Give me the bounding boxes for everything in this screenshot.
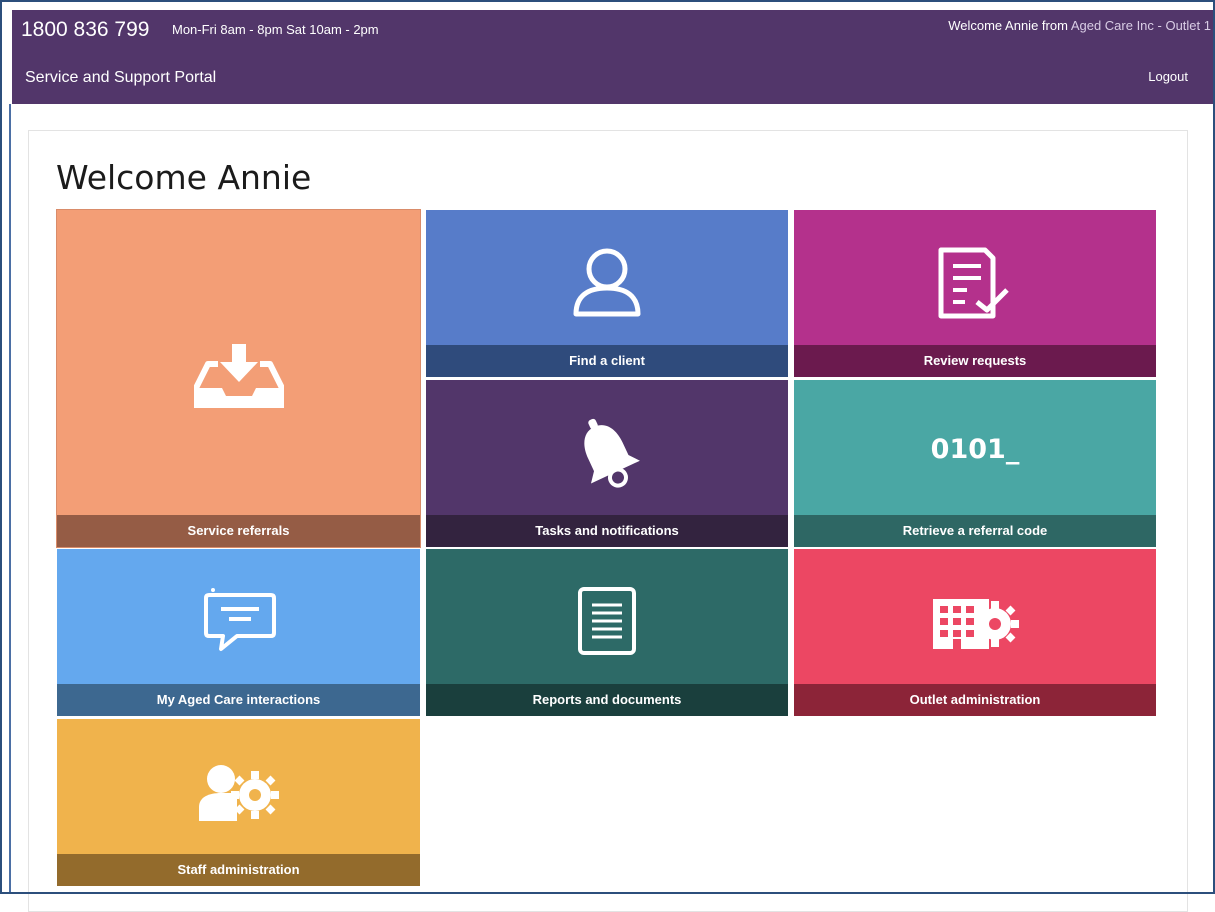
- welcome-user-text: Welcome Annie from Aged Care Inc - Outle…: [948, 18, 1211, 33]
- tile-my-aged-care-interactions[interactable]: My Aged Care interactions: [57, 549, 420, 716]
- tile-label: Staff administration: [57, 854, 420, 886]
- support-phone-number: 1800 836 799: [21, 18, 150, 41]
- tile-staff-administration[interactable]: Staff administration: [57, 719, 420, 886]
- support-hours: Mon-Fri 8am - 8pm Sat 10am - 2pm: [172, 22, 379, 37]
- document-check-icon: [937, 246, 1013, 325]
- bell-icon: [572, 414, 642, 497]
- tile-label: Tasks and notifications: [426, 515, 788, 547]
- chat-bubble-icon: [201, 587, 277, 658]
- tile-retrieve-referral-code[interactable]: 0101_ Retrieve a referral code: [794, 380, 1156, 547]
- tile-outlet-administration[interactable]: Outlet administration: [794, 549, 1156, 716]
- user-icon: [572, 246, 642, 323]
- tile-tasks-and-notifications[interactable]: Tasks and notifications: [426, 380, 788, 547]
- welcome-prefix: Welcome Annie from: [948, 18, 1071, 33]
- code-icon: 0101_: [930, 434, 1020, 465]
- tile-label: Review requests: [794, 345, 1156, 377]
- tile-label: Reports and documents: [426, 684, 788, 716]
- tile-label: Find a client: [426, 345, 788, 377]
- tile-find-a-client[interactable]: Find a client: [426, 210, 788, 377]
- portal-title: Service and Support Portal: [25, 69, 217, 86]
- building-gear-icon: [931, 593, 1019, 658]
- tile-label: Outlet administration: [794, 684, 1156, 716]
- tile-reports-and-documents[interactable]: Reports and documents: [426, 549, 788, 716]
- top-header-bar: 1800 836 799 Mon-Fri 8am - 8pm Sat 10am …: [12, 10, 1213, 104]
- logout-link[interactable]: Logout: [1148, 69, 1188, 84]
- page-left-border: [9, 104, 11, 894]
- page-title: Welcome Annie: [56, 158, 312, 197]
- organisation-name: Aged Care Inc - Outlet 1: [1070, 18, 1211, 33]
- inbox-download-icon: [192, 342, 285, 413]
- report-document-icon: [576, 585, 638, 662]
- user-gear-icon: [197, 763, 281, 828]
- tile-label: My Aged Care interactions: [57, 684, 420, 716]
- tile-label: Service referrals: [57, 515, 420, 547]
- tile-review-requests[interactable]: Review requests: [794, 210, 1156, 377]
- tile-service-referrals[interactable]: Service referrals: [56, 209, 421, 548]
- tile-label: Retrieve a referral code: [794, 515, 1156, 547]
